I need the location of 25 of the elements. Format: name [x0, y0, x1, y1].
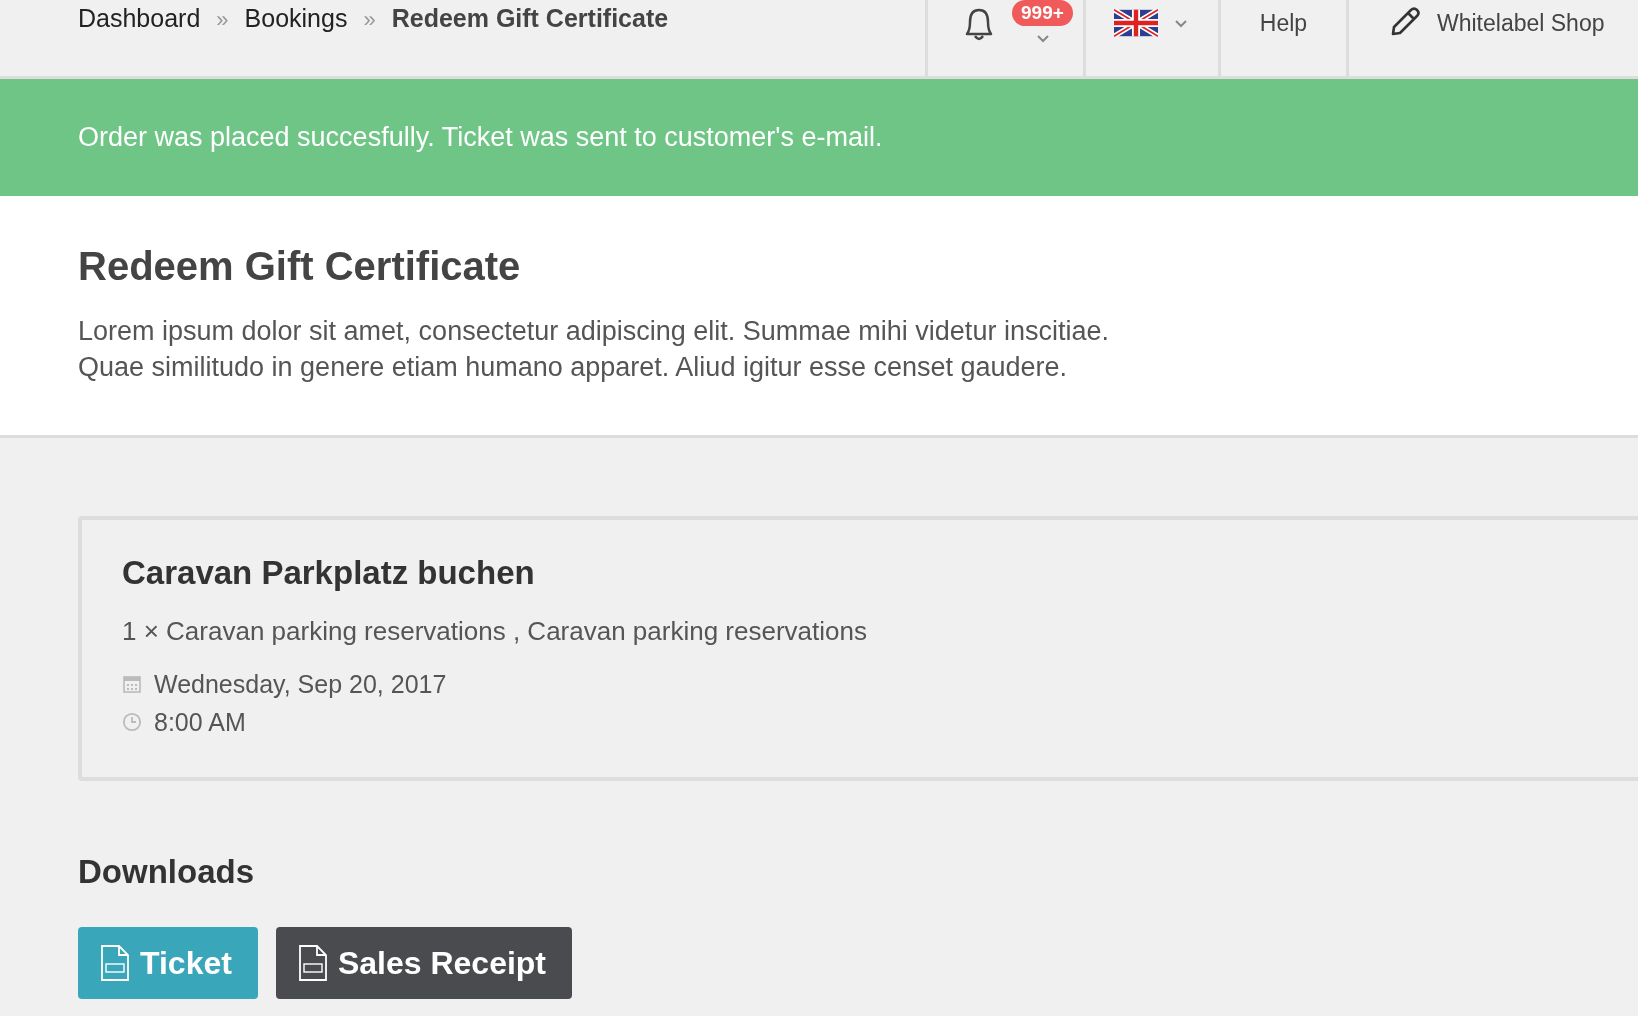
notification-badge: 999+ — [1012, 0, 1073, 26]
breadcrumb-link[interactable]: Dashboard — [78, 4, 201, 33]
breadcrumb-separator: » — [363, 6, 376, 33]
pdf-file-icon — [100, 944, 130, 982]
download-button[interactable]: Sales Receipt — [275, 927, 572, 999]
page-title: Redeem Gift Certificate — [78, 244, 522, 289]
description-text: Quae similitudo in genere etiam humano apparet. Aliud igitur esse censet gaudere. — [78, 351, 1069, 384]
breadcrumb-separator: » — [216, 6, 229, 33]
description-text: Lorem ipsum dolor sit amet, consectetur adipiscing elit. Summae mihi videtur inscitiae. — [78, 315, 1110, 348]
current-page-label: Redeem Gift Certificate — [391, 4, 669, 33]
chevron-down-icon[interactable] — [1174, 19, 1188, 29]
booking-time: 8:00 AM — [154, 707, 246, 737]
breadcrumb-link[interactable]: Bookings — [244, 4, 348, 33]
downloads-heading: Downloads — [78, 853, 255, 891]
booking-title: Caravan Parkplatz buchen — [122, 554, 536, 592]
clock-icon — [122, 712, 142, 732]
help-link[interactable]: Help — [1259, 4, 1308, 37]
booking-items: 1 × Caravan parking reservations , Caravan parking reservations — [122, 616, 868, 647]
booking-date: Wednesday, Sep 20, 2017 — [154, 669, 447, 699]
calendar-icon — [122, 674, 142, 694]
pdf-file-icon — [297, 944, 328, 982]
success-message: Order was placed succesfully. Ticket was sent to customer's e-mail. — [78, 122, 883, 153]
flag-icon[interactable] — [1114, 9, 1158, 37]
shop-link[interactable]: Whitelabel Shop — [1437, 4, 1605, 37]
chevron-down-icon[interactable] — [1036, 34, 1050, 44]
